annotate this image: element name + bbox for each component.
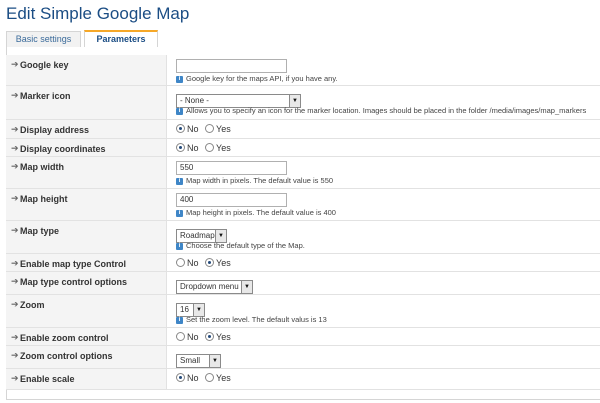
zoom-control-options-label: Zoom control options [20, 351, 113, 361]
row-display-coordinates: ➔ Display coordinates No Yes [6, 139, 600, 157]
row-zoom-control-options: ➔ Zoom control options Small ▼ [6, 346, 600, 369]
display-coordinates-label: Display coordinates [20, 144, 106, 154]
marker-icon-value: - None - [180, 96, 209, 105]
row-map-type-control-options: ➔ Map type control options Dropdown menu… [6, 272, 600, 295]
map-height-hint: Map height in pixels. The default value … [186, 208, 336, 217]
enable-scale-no-radio[interactable] [176, 373, 185, 382]
info-icon: i [176, 75, 183, 83]
enable-scale-yes-radio[interactable] [205, 373, 215, 382]
row-enable-scale: ➔ Enable scale No Yes [6, 369, 600, 390]
arrow-right-icon: ➔ [11, 373, 19, 383]
arrow-right-icon: ➔ [11, 225, 19, 235]
map-type-value: Roadmap [180, 231, 215, 240]
row-google-key: ➔ Google key i Google key for the maps AP… [6, 55, 600, 86]
arrow-right-icon: ➔ [11, 161, 19, 171]
map-type-hint: Choose the default type of the Map. [186, 241, 305, 250]
row-map-width: ➔ Map width 550 i Map width in pixels. Th… [6, 157, 600, 189]
row-map-type: ➔ Map type Roadmap ▼ i Choose the default … [6, 221, 600, 254]
google-key-hint: Google key for the maps API, if you have… [186, 74, 338, 83]
row-enable-zoom-control: ➔ Enable zoom control No Yes [6, 328, 600, 346]
enable-zoom-control-no-radio[interactable] [176, 332, 185, 341]
marker-icon-hint: Allows you to specify an icon for the ma… [186, 106, 587, 115]
zoom-control-options-select[interactable]: Small ▼ [176, 354, 221, 368]
arrow-right-icon: ➔ [11, 332, 19, 342]
info-icon: i [176, 177, 183, 185]
row-marker-icon: ➔ Marker icon - None - ▼ i Allows you to s… [6, 86, 600, 120]
arrow-right-icon: ➔ [11, 350, 19, 360]
arrow-right-icon: ➔ [11, 59, 19, 69]
arrow-right-icon: ➔ [11, 193, 19, 203]
enable-zoom-control-yes-radio[interactable] [205, 332, 215, 341]
tab-basic-settings[interactable]: Basic settings [6, 31, 81, 47]
info-icon: i [176, 242, 183, 250]
row-display-address: ➔ Display address No Yes [6, 120, 600, 139]
display-address-yes-radio[interactable] [205, 124, 215, 133]
arrow-right-icon: ➔ [11, 124, 19, 134]
row-zoom: ➔ Zoom 16 ▼ i Set the zoom level. The defa… [6, 295, 600, 328]
zoom-label: Zoom [20, 300, 45, 310]
arrow-right-icon: ➔ [11, 90, 19, 100]
page-title: Edit Simple Google Map [6, 4, 190, 23]
chevron-down-icon[interactable]: ▼ [209, 355, 220, 367]
enable-map-type-control-no-radio[interactable] [176, 258, 185, 267]
map-type-control-options-value: Dropdown menu [180, 282, 239, 291]
enable-map-type-control-yes-radio[interactable] [205, 258, 215, 267]
marker-icon-label: Marker icon [20, 91, 71, 101]
display-coordinates-yes-radio[interactable] [205, 143, 215, 152]
map-type-label: Map type [20, 226, 60, 236]
info-icon: i [176, 209, 183, 217]
row-map-height: ➔ Map height 400 i Map height in pixels. … [6, 189, 600, 221]
display-address-no-radio[interactable] [176, 124, 185, 133]
zoom-hint: Set the zoom level. The default valus is… [186, 315, 327, 324]
enable-map-type-control-label: Enable map type Control [20, 259, 127, 269]
arrow-right-icon: ➔ [11, 258, 19, 268]
arrow-right-icon: ➔ [11, 276, 19, 286]
map-width-input[interactable]: 550 [176, 161, 287, 175]
zoom-control-options-value: Small [180, 356, 201, 365]
map-type-control-options-select[interactable]: Dropdown menu ▼ [176, 280, 253, 294]
tab-bar: Basic settings Parameters [6, 30, 600, 48]
map-height-label: Map height [20, 194, 68, 204]
display-address-label: Display address [20, 125, 90, 135]
info-icon: i [176, 316, 183, 324]
map-width-label: Map width [20, 162, 64, 172]
map-height-input[interactable]: 400 [176, 193, 287, 207]
info-icon: i [176, 107, 183, 115]
arrow-right-icon: ➔ [11, 143, 19, 153]
row-enable-map-type-control: ➔ Enable map type Control No Yes [6, 254, 600, 272]
display-coordinates-no-radio[interactable] [176, 143, 185, 152]
enable-zoom-control-label: Enable zoom control [20, 333, 109, 343]
arrow-right-icon: ➔ [11, 299, 19, 309]
tab-parameters[interactable]: Parameters [84, 30, 158, 48]
map-width-hint: Map width in pixels. The default value i… [186, 176, 334, 185]
chevron-down-icon[interactable]: ▼ [241, 281, 252, 293]
map-type-control-options-label: Map type control options [20, 277, 127, 287]
google-key-input[interactable] [176, 59, 287, 73]
enable-scale-label: Enable scale [20, 374, 75, 384]
google-key-label: Google key [20, 60, 69, 70]
zoom-value: 16 [180, 305, 189, 314]
